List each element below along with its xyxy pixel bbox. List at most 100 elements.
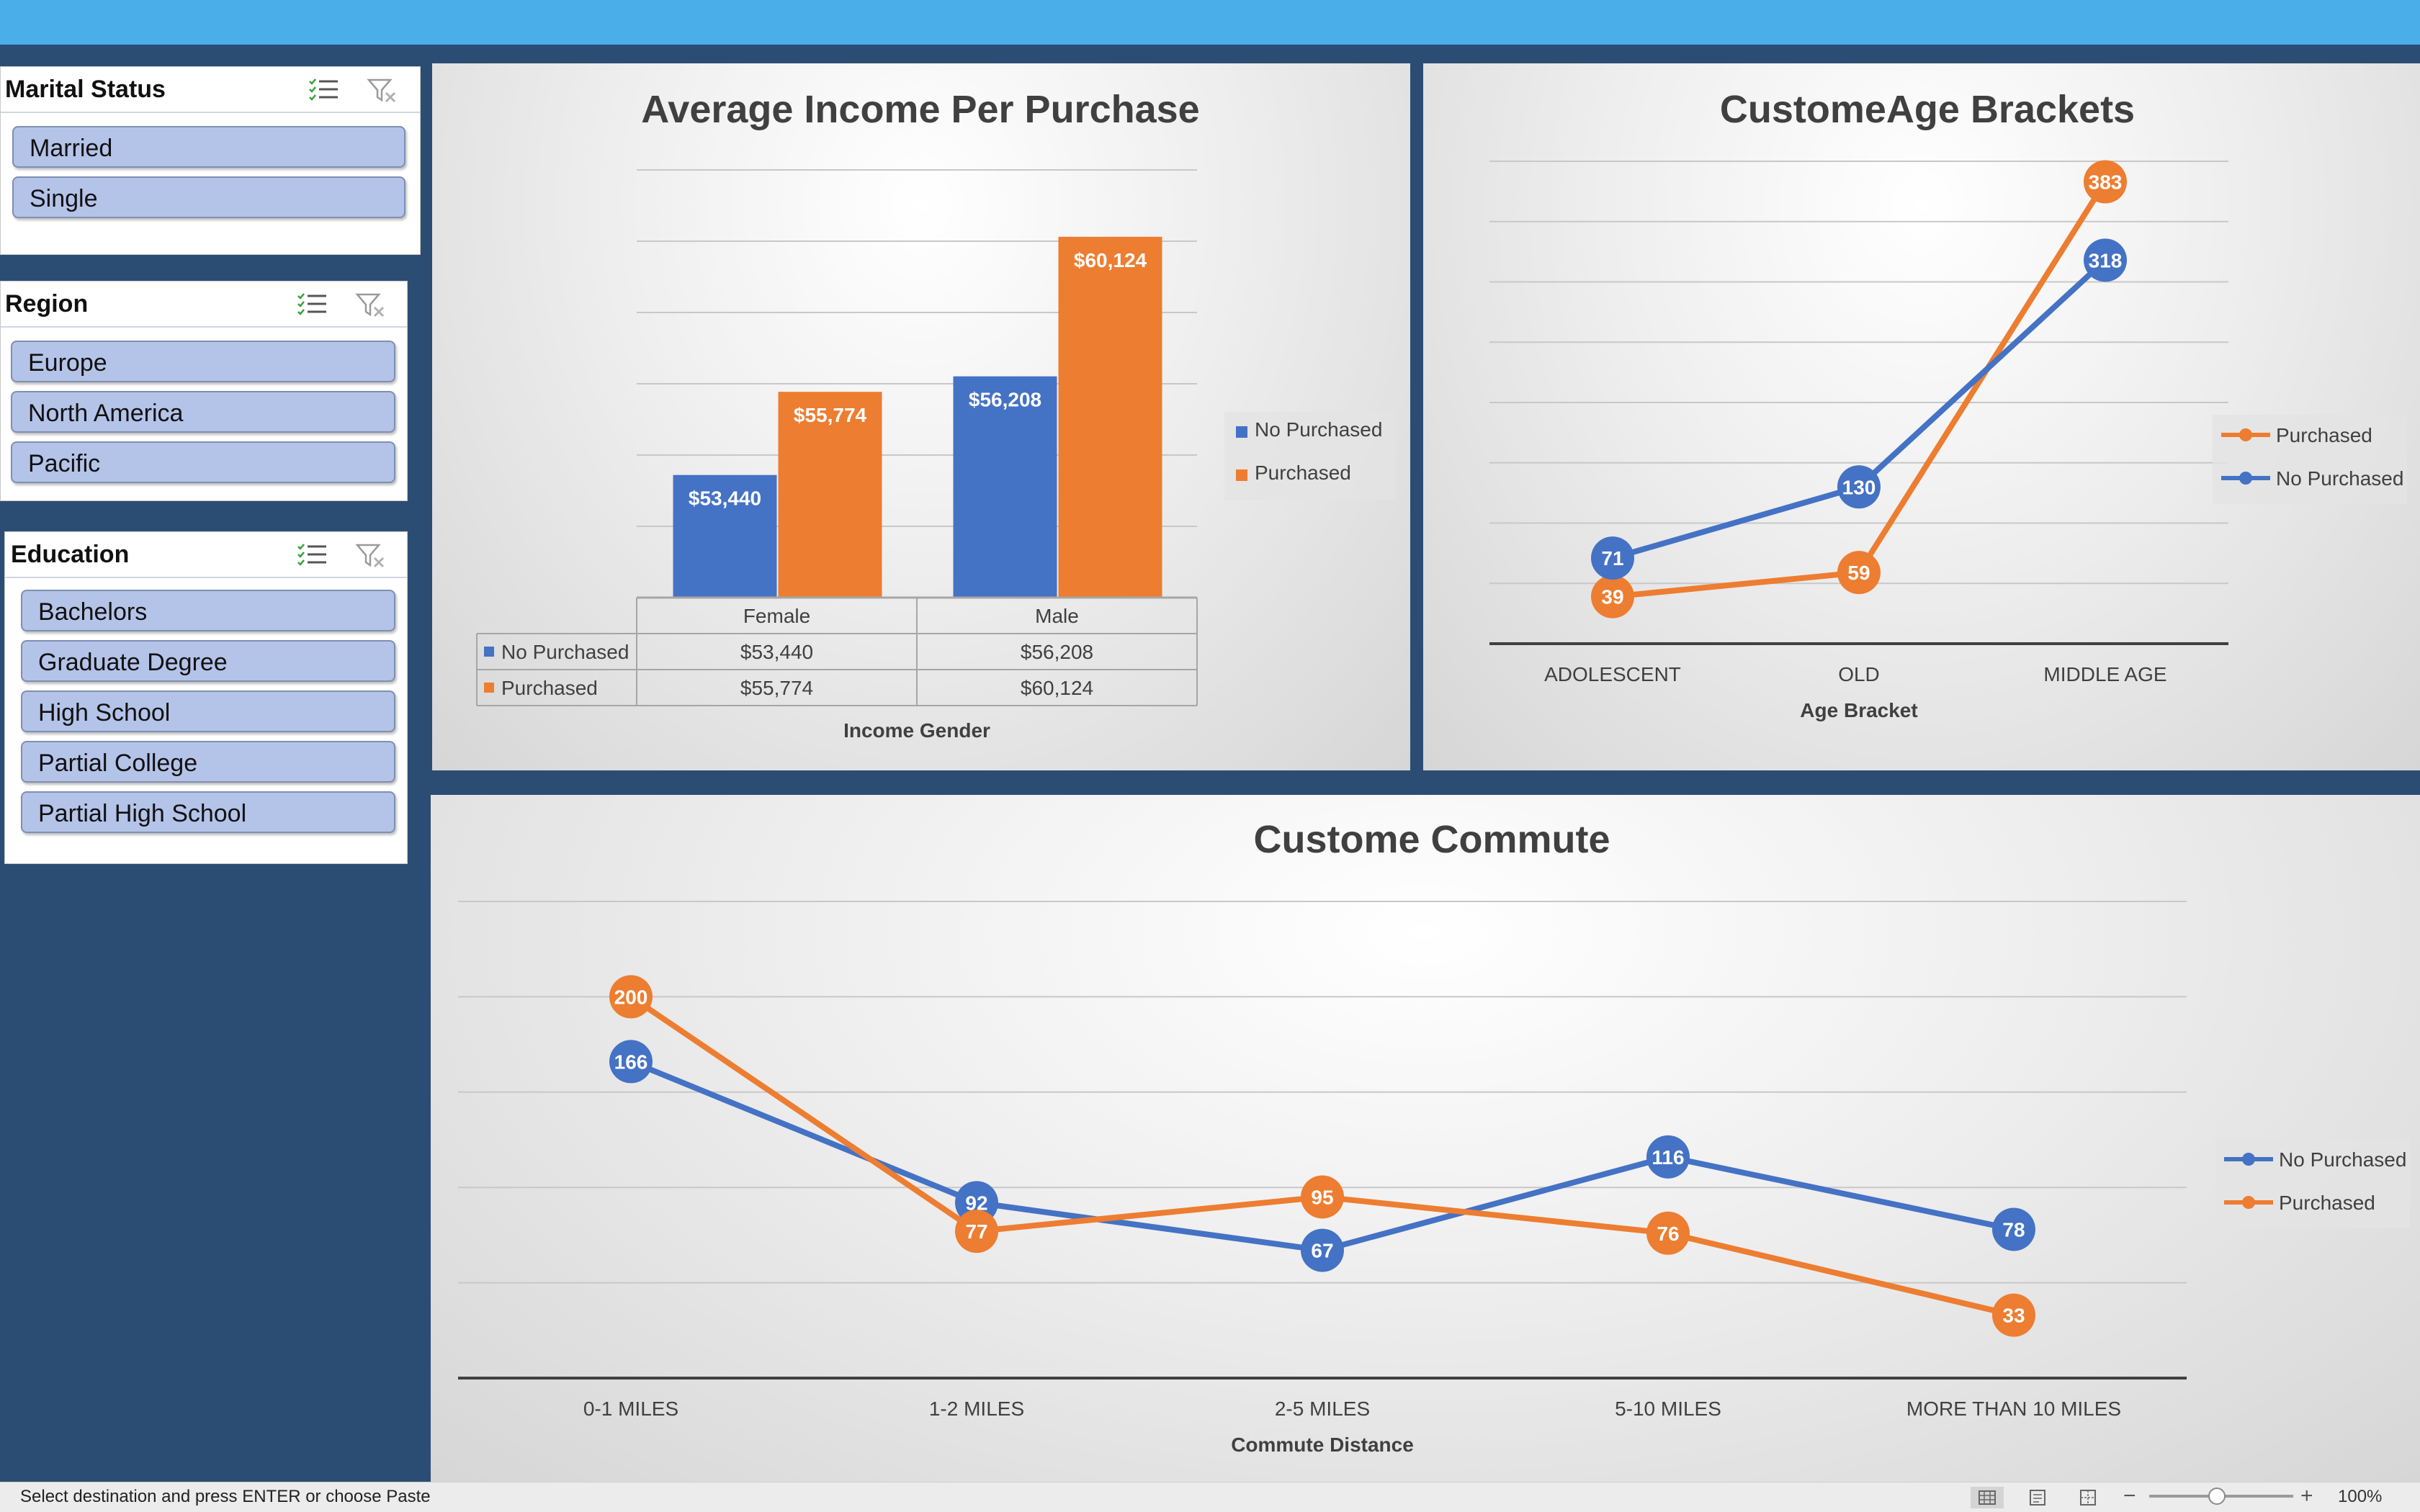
slicer-education: Education Bachelors Graduate Degree High… xyxy=(4,531,408,864)
status-bar: Select destination and press ENTER or ch… xyxy=(0,1482,2420,1512)
category-label: 0-1 MILES xyxy=(583,1398,678,1420)
slicer-item-label: North America xyxy=(28,400,184,427)
table-cell: $55,774 xyxy=(740,677,813,699)
slicer-item-married[interactable]: Married xyxy=(12,126,405,168)
slicer-item-graduate-degree[interactable]: Graduate Degree xyxy=(21,640,395,682)
legend-label: Purchased xyxy=(2279,1192,2375,1214)
table-cell: $60,124 xyxy=(1021,677,1093,699)
slicer-item-label: Single xyxy=(30,185,98,212)
slicer-item-europe[interactable]: Europe xyxy=(11,341,395,382)
x-axis-title: Income Gender xyxy=(843,719,990,742)
legend-label: No Purchased xyxy=(2276,467,2403,490)
clear-filter-icon[interactable] xyxy=(355,292,387,319)
legend-marker xyxy=(2239,428,2252,441)
slicer-marital-status: Marital Status Married Single xyxy=(0,66,421,255)
slicer-item-partial-college[interactable]: Partial College xyxy=(21,741,395,783)
table-series-label: Purchased xyxy=(501,677,598,699)
data-label: 383 xyxy=(2089,171,2123,193)
legend-label: No Purchased xyxy=(2279,1148,2406,1171)
table-legend-key xyxy=(484,647,494,657)
legend-marker xyxy=(2242,1196,2255,1209)
table-legend-key xyxy=(484,683,494,693)
data-label: 130 xyxy=(1842,476,1876,498)
data-label: $56,208 xyxy=(969,389,1041,411)
chart-title: Average Income Per Purchase xyxy=(641,88,1199,131)
chart-title: CustomeAge Brackets xyxy=(1720,88,2135,131)
data-label: 67 xyxy=(1311,1240,1333,1262)
slicer-item-bachelors[interactable]: Bachelors xyxy=(21,590,395,631)
data-label: 76 xyxy=(1657,1223,1679,1245)
slicer-item-partial-high-school[interactable]: Partial High School xyxy=(21,791,395,833)
table-cell: $53,440 xyxy=(740,641,813,663)
data-label: $60,124 xyxy=(1074,249,1147,271)
commute-chart-panel[interactable]: Custome Commute 0-1 MILES 1-2 MILES 2-5 MIL… xyxy=(431,795,2420,1482)
income-chart-panel[interactable]: Average Income Per Purchase $53,440 $55,77… xyxy=(432,63,1410,770)
income-chart: Average Income Per Purchase $53,440 $55,77… xyxy=(476,88,1396,742)
zoom-slider-thumb[interactable] xyxy=(2208,1488,2226,1505)
data-label: $55,774 xyxy=(794,404,867,426)
clear-filter-icon[interactable] xyxy=(367,77,398,104)
category-label: OLD xyxy=(1838,663,1880,685)
category-label: ADOLESCENT xyxy=(1544,663,1681,685)
multi-select-icon[interactable] xyxy=(308,77,339,103)
page-break-view-icon[interactable] xyxy=(2071,1487,2105,1508)
legend-label: Purchased xyxy=(2276,424,2372,446)
normal-view-icon[interactable] xyxy=(1971,1487,2004,1508)
table-series-label: No Purchased xyxy=(501,641,629,663)
series-line-no-purchased xyxy=(1611,258,2107,561)
series-line-no-purchased xyxy=(629,1058,2015,1254)
legend-label: Purchased xyxy=(1255,462,1351,484)
slicer-item-label: High School xyxy=(38,699,171,726)
x-axis-title: Commute Distance xyxy=(1231,1434,1414,1456)
data-label: 59 xyxy=(1847,562,1870,584)
slicer-item-label: Graduate Degree xyxy=(38,649,228,676)
multi-select-icon[interactable] xyxy=(296,542,328,568)
slicer-title: Region xyxy=(5,290,89,318)
data-label: 116 xyxy=(1652,1146,1684,1169)
page-layout-view-icon[interactable] xyxy=(2021,1487,2054,1508)
category-label: 5-10 MILES xyxy=(1615,1398,1721,1420)
data-label: 166 xyxy=(614,1050,648,1073)
slicer-item-label: Bachelors xyxy=(38,598,148,626)
legend-label: No Purchased xyxy=(1255,418,1382,441)
data-label: 95 xyxy=(1311,1186,1333,1208)
slicer-item-pacific[interactable]: Pacific xyxy=(11,441,395,483)
slicer-item-label: Married xyxy=(30,135,113,162)
slicer-item-single[interactable]: Single xyxy=(12,176,405,218)
slicer-region: Region Europe North America Pacific xyxy=(0,281,408,501)
clear-filter-icon[interactable] xyxy=(355,542,387,570)
category-label: MORE THAN 10 MILES xyxy=(1906,1398,2121,1420)
slicer-item-label: Europe xyxy=(28,349,107,377)
category-label: MIDDLE AGE xyxy=(2043,663,2166,685)
slicer-item-north-america[interactable]: North America xyxy=(11,391,395,433)
data-label: 200 xyxy=(614,986,648,1008)
dashboard-title-band xyxy=(0,0,2420,45)
table-cell: $56,208 xyxy=(1021,641,1093,663)
zoom-level[interactable]: 100% xyxy=(2338,1487,2382,1507)
zoom-in-button[interactable]: + xyxy=(2300,1484,2313,1508)
slicer-header: Region xyxy=(1,282,407,328)
data-label: 77 xyxy=(965,1220,987,1243)
data-label: 78 xyxy=(2002,1218,2025,1241)
legend-marker xyxy=(2242,1153,2255,1166)
data-label: $53,440 xyxy=(689,487,761,510)
data-label: 39 xyxy=(1601,586,1623,608)
bar-purchased-male xyxy=(1058,236,1162,598)
slicer-title: Marital Status xyxy=(5,76,166,103)
status-message: Select destination and press ENTER or ch… xyxy=(20,1487,431,1506)
category-label: Male xyxy=(1035,605,1079,627)
slicer-header: Education xyxy=(5,532,407,578)
slicer-item-label: Partial High School xyxy=(38,800,247,827)
chart-title: Custome Commute xyxy=(1253,818,1610,861)
multi-select-icon[interactable] xyxy=(296,292,328,318)
age-chart-panel[interactable]: CustomeAge Brackets ADOLESCENT OLD MIDDLE A… xyxy=(1423,63,2420,770)
legend-key xyxy=(1236,469,1247,481)
age-chart: CustomeAge Brackets ADOLESCENT OLD MIDDLE A… xyxy=(1489,88,2407,721)
data-label: 71 xyxy=(1601,547,1623,570)
zoom-out-button[interactable]: − xyxy=(2123,1484,2136,1508)
slicer-item-high-school[interactable]: High School xyxy=(21,690,395,732)
data-label: 33 xyxy=(2002,1305,2025,1327)
category-label: 2-5 MILES xyxy=(1275,1398,1370,1420)
legend-marker xyxy=(2239,472,2252,485)
slicer-item-label: Pacific xyxy=(28,450,101,477)
